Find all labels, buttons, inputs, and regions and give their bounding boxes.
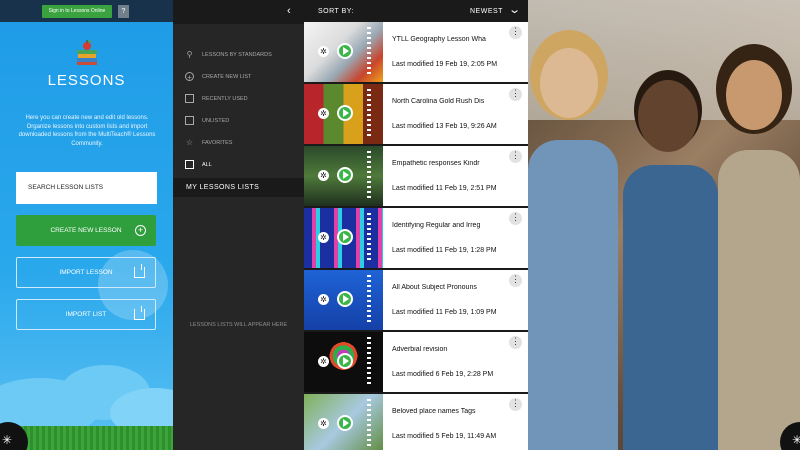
my-lessons-lists-header: MY LESSONS LISTS bbox=[173, 178, 304, 197]
tray-icon bbox=[185, 116, 194, 125]
search-lesson-lists-button[interactable]: SEARCH LESSON LISTS bbox=[16, 172, 157, 204]
nav-item-favorites[interactable]: ☆ FAVORITES bbox=[185, 136, 295, 150]
lesson-card[interactable]: ✲ Adverbial revision Last modified 6 Feb… bbox=[304, 332, 528, 392]
star-icon: ☆ bbox=[185, 138, 194, 147]
lesson-card[interactable]: ✲ All About Subject Pronouns Last modifi… bbox=[304, 270, 528, 330]
lesson-modified: Last modified 11 Feb 19, 1:28 PM bbox=[392, 247, 497, 254]
more-options-icon[interactable]: ⋮ bbox=[509, 336, 522, 349]
play-icon[interactable] bbox=[337, 291, 353, 307]
play-icon[interactable] bbox=[337, 353, 353, 369]
thumbnail-dots bbox=[367, 399, 371, 449]
lesson-card[interactable]: ✲ Empathetic responses Kindr Last modifi… bbox=[304, 146, 528, 206]
more-options-icon[interactable]: ⋮ bbox=[509, 26, 522, 39]
thumbnail-dots bbox=[367, 213, 371, 263]
import-icon bbox=[134, 264, 145, 278]
play-icon[interactable] bbox=[337, 229, 353, 245]
nav-item-label: LESSONS BY STANDARDS bbox=[202, 52, 272, 58]
nav-item-all[interactable]: ALL bbox=[185, 158, 295, 172]
gear-icon[interactable]: ✲ bbox=[318, 232, 329, 243]
lesson-title: North Carolina Gold Rush Dis bbox=[392, 98, 485, 105]
nav-item-label: FAVORITES bbox=[202, 140, 233, 146]
nav-item-label: UNLISTED bbox=[202, 118, 230, 124]
lesson-modified: Last modified 13 Feb 19, 9:26 AM bbox=[392, 123, 497, 130]
sparkle-icon: ✳ bbox=[2, 433, 13, 447]
nav-item-label: RECENTLY USED bbox=[202, 96, 248, 102]
import-lesson-label: IMPORT LESSON bbox=[59, 269, 113, 276]
gear-icon[interactable]: ✲ bbox=[318, 418, 329, 429]
import-lesson-button[interactable]: IMPORT LESSON bbox=[16, 257, 156, 288]
gear-icon[interactable]: ✲ bbox=[318, 294, 329, 305]
lists-nav-panel bbox=[173, 0, 304, 450]
list-box-icon bbox=[185, 94, 194, 103]
lesson-card[interactable]: ✲ North Carolina Gold Rush Dis Last modi… bbox=[304, 84, 528, 144]
lesson-modified: Last modified 5 Feb 19, 11:49 AM bbox=[392, 433, 497, 440]
import-list-button[interactable]: IMPORT LIST bbox=[16, 299, 156, 330]
gear-icon[interactable]: ✲ bbox=[318, 46, 329, 57]
lesson-title: Adverbial revision bbox=[392, 346, 448, 353]
nav-item-unlisted[interactable]: UNLISTED bbox=[185, 114, 295, 128]
chevron-down-icon[interactable]: ⌄ bbox=[508, 3, 521, 16]
lesson-title: Empathetic responses Kindr bbox=[392, 160, 480, 167]
lesson-title: YTLL Geography Lesson Wha bbox=[392, 36, 486, 43]
nav-item-lessons-by-standards[interactable]: ⚲ LESSONS BY STANDARDS bbox=[185, 48, 295, 62]
lesson-modified: Last modified 11 Feb 19, 2:51 PM bbox=[392, 185, 497, 192]
thumbnail-dots bbox=[367, 27, 371, 77]
background-photo bbox=[528, 0, 800, 450]
nav-item-recently-used[interactable]: RECENTLY USED bbox=[185, 92, 295, 106]
sort-by-label: SORT BY: bbox=[318, 8, 355, 15]
search-label: SEARCH LESSON LISTS bbox=[28, 184, 104, 191]
more-options-icon[interactable]: ⋮ bbox=[509, 398, 522, 411]
play-icon[interactable] bbox=[337, 43, 353, 59]
back-chevron-icon[interactable]: ‹ bbox=[287, 5, 291, 17]
thumbnail-dots bbox=[367, 89, 371, 139]
sign-in-button[interactable]: Sign in to Lessons Online bbox=[42, 5, 112, 18]
more-options-icon[interactable]: ⋮ bbox=[509, 150, 522, 163]
pin-icon: ⚲ bbox=[186, 50, 193, 59]
sort-value[interactable]: NEWEST bbox=[470, 8, 503, 15]
nav-item-label: CREATE NEW LIST bbox=[202, 74, 252, 80]
photo-shade bbox=[528, 0, 800, 450]
lesson-title: Beloved place names Tags bbox=[392, 408, 476, 415]
more-options-icon[interactable]: ⋮ bbox=[509, 212, 522, 225]
create-new-lesson-button[interactable]: CREATE NEW LESSON + bbox=[16, 215, 156, 246]
gear-icon[interactable]: ✲ bbox=[318, 170, 329, 181]
lists-empty-message: LESSONS LISTS WILL APPEAR HERE bbox=[189, 322, 288, 328]
play-icon[interactable] bbox=[337, 415, 353, 431]
lesson-modified: Last modified 19 Feb 19, 2:05 PM bbox=[392, 61, 498, 68]
gear-icon[interactable]: ✲ bbox=[318, 108, 329, 119]
lesson-card[interactable]: ✲ Identifying Regular and Irreg Last mod… bbox=[304, 208, 528, 268]
gear-icon[interactable]: ✲ bbox=[318, 356, 329, 367]
play-icon[interactable] bbox=[337, 105, 353, 121]
nav-item-create-new-list[interactable]: + CREATE NEW LIST bbox=[185, 70, 295, 84]
books-apple-icon bbox=[77, 40, 97, 65]
lesson-card[interactable]: ✲ YTLL Geography Lesson Wha Last modifie… bbox=[304, 22, 528, 82]
lesson-title: All About Subject Pronouns bbox=[392, 284, 477, 291]
page-title: LESSONS bbox=[47, 72, 126, 89]
help-button[interactable]: ? bbox=[118, 5, 129, 18]
create-label: CREATE NEW LESSON bbox=[50, 227, 122, 234]
plus-icon: + bbox=[135, 225, 146, 236]
nav-item-label: ALL bbox=[202, 162, 212, 168]
import-icon bbox=[134, 306, 145, 320]
more-options-icon[interactable]: ⋮ bbox=[509, 274, 522, 287]
lesson-title: Identifying Regular and Irreg bbox=[392, 222, 481, 229]
plus-circle-icon: + bbox=[185, 72, 194, 82]
lesson-card[interactable]: ✲ Beloved place names Tags Last modified… bbox=[304, 394, 528, 450]
thumbnail-dots bbox=[367, 337, 371, 387]
more-options-icon[interactable]: ⋮ bbox=[509, 88, 522, 101]
lesson-modified: Last modified 6 Feb 19, 2:28 PM bbox=[392, 371, 494, 378]
play-icon[interactable] bbox=[337, 167, 353, 183]
import-list-label: IMPORT LIST bbox=[65, 311, 107, 318]
lesson-modified: Last modified 11 Feb 19, 1:09 PM bbox=[392, 309, 497, 316]
sparkle-icon: ✳ bbox=[792, 433, 800, 447]
top-strip: Sign in to Lessons Online ? bbox=[0, 0, 173, 22]
thumbnail-dots bbox=[367, 275, 371, 325]
grid-box-icon bbox=[185, 160, 194, 169]
thumbnail-dots bbox=[367, 151, 371, 201]
lessons-description: Here you can create new and edit old les… bbox=[18, 115, 156, 147]
lessons-sidebar: Sign in to Lessons Online ? LESSONS Here… bbox=[0, 0, 173, 450]
